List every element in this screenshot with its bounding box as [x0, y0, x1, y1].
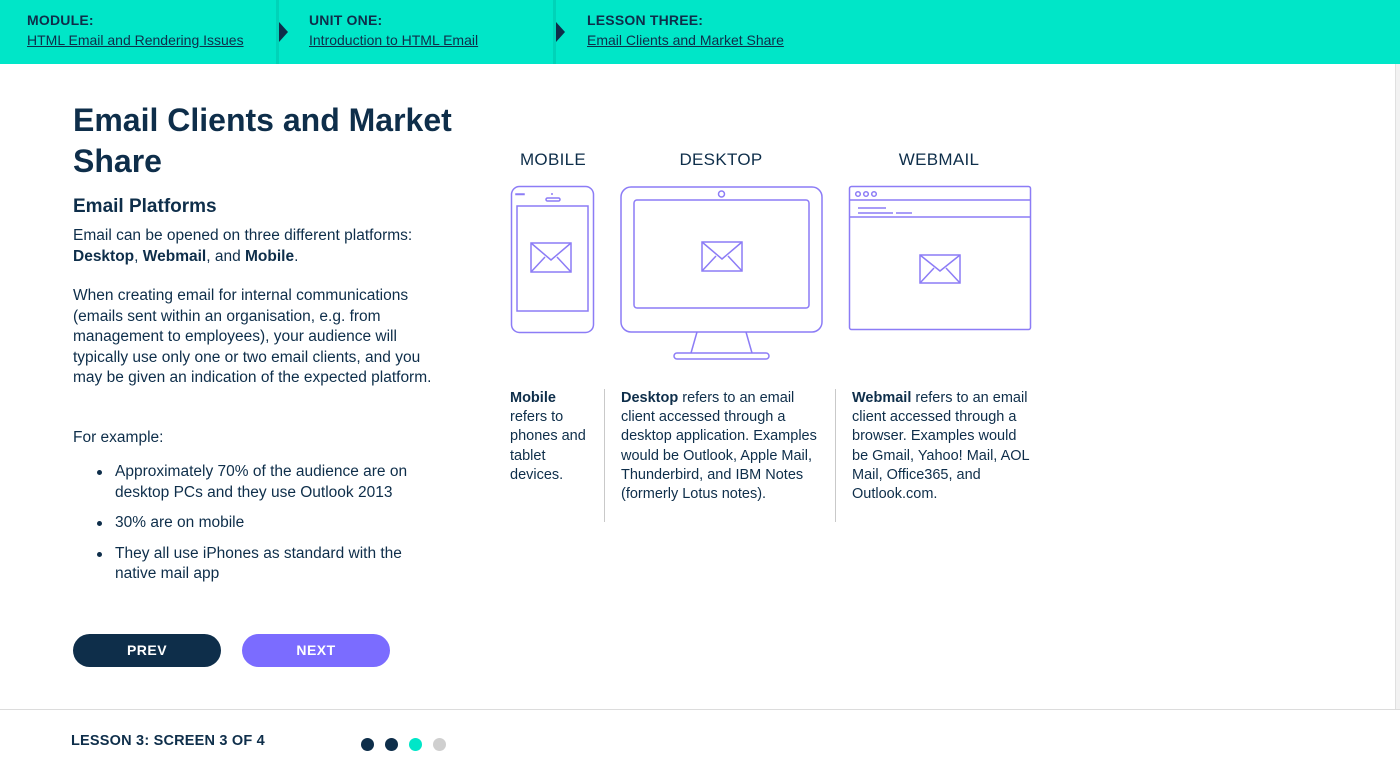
- intro-text: Email can be opened on three different p…: [73, 227, 413, 244]
- internal-comms-paragraph: When creating email for internal communi…: [73, 287, 432, 386]
- webmail-description-text: refers to an email client accessed throu…: [852, 390, 1030, 503]
- desktop-description-text: refers to an email client accessed throu…: [621, 390, 817, 503]
- screen-progress-label: LESSON 3: SCREEN 3 OF 4: [71, 733, 265, 749]
- footer-divider: [0, 709, 1400, 710]
- mobile-description-text: refers to phones and tablet devices.: [510, 409, 586, 483]
- example-intro: For example:: [73, 429, 164, 446]
- breadcrumb-bar: MODULE: HTML Email and Rendering Issues …: [0, 0, 1400, 64]
- progress-dot-3[interactable]: [409, 738, 422, 751]
- platform-label-mobile: MOBILE: [519, 150, 587, 169]
- breadcrumb-lesson-heading: LESSON THREE:: [587, 12, 704, 28]
- intro-bold-webmail: Webmail: [142, 247, 207, 265]
- next-button[interactable]: NEXT: [242, 634, 390, 667]
- desktop-description-term: Desktop: [621, 390, 679, 406]
- desktop-description: Desktop refers to an email client access…: [621, 389, 826, 504]
- scrollbar[interactable]: [1395, 64, 1400, 709]
- mobile-description: Mobile refers to phones and tablet devic…: [510, 389, 594, 485]
- breadcrumb-lesson-link[interactable]: Email Clients and Market Share: [587, 32, 784, 48]
- page-title: Email Clients and Market Share: [73, 102, 452, 179]
- intro-bold-mobile: Mobile: [245, 247, 295, 265]
- breadcrumb-module-link[interactable]: HTML Email and Rendering Issues: [27, 32, 244, 48]
- intro-separator: ,: [134, 247, 143, 265]
- browser-window-envelope-icon: [848, 185, 1032, 331]
- breadcrumb-arrow-icon: [279, 22, 288, 42]
- breadcrumb-module: MODULE: HTML Email and Rendering Issues: [27, 12, 244, 48]
- intro-period: .: [294, 247, 299, 265]
- breadcrumb-unit-heading: UNIT ONE:: [309, 12, 383, 28]
- column-divider: [835, 389, 836, 522]
- progress-dot-2[interactable]: [385, 738, 398, 751]
- breadcrumb-unit-link[interactable]: Introduction to HTML Email: [309, 32, 478, 48]
- progress-dot-4[interactable]: [433, 738, 446, 751]
- example-list: Approximately 70% of the audience are on…: [73, 462, 433, 595]
- progress-dot-1[interactable]: [361, 738, 374, 751]
- breadcrumb-unit: UNIT ONE: Introduction to HTML Email: [309, 12, 478, 48]
- breadcrumb-module-heading: MODULE:: [27, 12, 94, 28]
- list-item: They all use iPhones as standard with th…: [73, 544, 433, 585]
- list-item: 30% are on mobile: [73, 513, 433, 534]
- list-item: Approximately 70% of the audience are on…: [73, 462, 433, 503]
- intro-paragraph: Email can be opened on three different p…: [73, 226, 433, 267]
- mobile-phone-envelope-icon: [510, 185, 595, 334]
- webmail-description: Webmail refers to an email client access…: [852, 389, 1032, 504]
- column-divider: [604, 389, 605, 522]
- breadcrumb-lesson: LESSON THREE: Email Clients and Market S…: [587, 12, 784, 48]
- intro-bold-desktop: Desktop: [73, 247, 135, 265]
- webmail-description-term: Webmail: [852, 390, 912, 406]
- platform-label-webmail: WEBMAIL: [898, 150, 980, 169]
- breadcrumb-arrow-icon: [556, 22, 565, 42]
- intro-separator: , and: [206, 247, 246, 265]
- prev-button[interactable]: PREV: [73, 634, 221, 667]
- section-heading: Email Platforms: [73, 196, 217, 217]
- platform-label-desktop: DESKTOP: [679, 150, 763, 169]
- desktop-monitor-envelope-icon: [620, 186, 823, 360]
- mobile-description-term: Mobile: [510, 390, 556, 406]
